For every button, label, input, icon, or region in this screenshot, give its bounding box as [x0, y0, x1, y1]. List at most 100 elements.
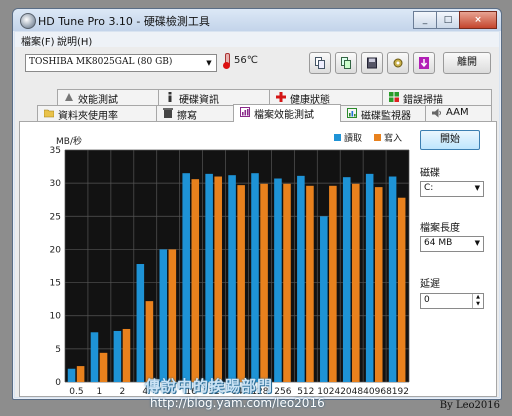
y-tick-label: 35 — [50, 146, 61, 156]
bar-write — [397, 197, 406, 382]
y-tick-label: 20 — [50, 245, 62, 255]
download-icon — [419, 57, 429, 69]
tab-disk-monitor[interactable]: 磁碟監視器 — [340, 105, 426, 122]
erase-icon — [163, 108, 173, 118]
info-icon — [168, 92, 172, 102]
bar-write — [99, 352, 108, 382]
drive-select[interactable]: TOSHIBA MK8025GAL (80 GB) ▼ — [25, 54, 217, 72]
x-tick-label: 8192 — [386, 387, 409, 396]
disk-select[interactable]: C: ▼ — [420, 181, 484, 197]
delay-spinner[interactable]: 0 ▲ ▼ — [420, 293, 484, 309]
benchmark-icon — [65, 93, 73, 101]
thermometer-icon — [223, 53, 230, 69]
bar-write — [352, 183, 360, 382]
tab-erase[interactable]: 擦寫 — [156, 105, 234, 122]
title-bar[interactable]: HD Tune Pro 3.10 - 硬碟檢測工具 _ □ × — [13, 9, 501, 31]
options-icon — [393, 58, 403, 68]
bar-write — [260, 183, 268, 382]
chevron-down-icon: ▼ — [206, 59, 212, 67]
y-tick-label: 0 — [55, 378, 61, 388]
tab-file-benchmark[interactable]: 檔案效能測試 — [233, 104, 341, 122]
options-button[interactable] — [387, 52, 409, 74]
tab-info-label: 硬碟資訊 — [179, 95, 219, 106]
exit-button[interactable]: 離開 — [443, 52, 491, 74]
close-button[interactable]: × — [459, 11, 497, 29]
menu-file[interactable]: 檔案(F) — [21, 33, 55, 48]
x-tick-label: 1 — [97, 387, 103, 396]
bar-read — [388, 176, 397, 382]
y-tick-label: 25 — [50, 212, 61, 222]
spin-buttons[interactable]: ▲ ▼ — [472, 294, 483, 308]
file-length-select[interactable]: 64 MB ▼ — [420, 236, 484, 252]
file-benchmark-icon — [240, 107, 250, 117]
tab-info[interactable]: 硬碟資訊 — [158, 89, 270, 106]
bar-read — [182, 173, 190, 382]
bar-read — [113, 330, 122, 382]
maximize-button[interactable]: □ — [436, 11, 460, 29]
watermark-url: http://blog.yam.com/leo2016 — [150, 396, 325, 410]
bar-write — [214, 176, 222, 382]
y-tick-label: 30 — [50, 179, 62, 189]
x-tick-label: 2 — [119, 387, 125, 396]
tab-disk-monitor-label: 磁碟監視器 — [361, 111, 411, 122]
bar-write — [283, 183, 291, 382]
legend-swatch-write — [374, 134, 381, 141]
bar-write — [76, 366, 85, 382]
bar-read — [320, 216, 328, 382]
byline: By Leo2016 — [439, 400, 500, 411]
monitor-icon — [347, 108, 357, 118]
disk-label: 磁碟 — [420, 168, 440, 179]
legend-label-read: 讀取 — [344, 132, 362, 144]
x-tick-label: 512 — [297, 387, 314, 396]
save-button[interactable] — [361, 52, 383, 74]
tab-erase-label: 擦寫 — [177, 111, 197, 122]
x-tick-label: 4096 — [363, 387, 386, 396]
copy-text-icon — [315, 57, 325, 69]
tab-file-benchmark-label: 檔案效能測試 — [254, 110, 314, 121]
menu-help[interactable]: 說明(H) — [57, 33, 92, 48]
bar-read — [365, 173, 374, 382]
bar-write — [306, 185, 314, 382]
file-length-label: 檔案長度 — [420, 223, 460, 234]
y-axis-label: MB/秒 — [56, 135, 82, 147]
bar-read — [228, 175, 236, 382]
file-benchmark-panel: 0 5 10 15 20 25 30 35 MB/秒 0.5 1 2 4 8 16 32 64 128 256 512… — [19, 121, 497, 397]
health-icon — [276, 92, 286, 102]
copy-text-button[interactable] — [309, 52, 331, 74]
y-tick-label: 5 — [55, 345, 61, 355]
temperature-readout: 56℃ — [234, 55, 258, 66]
legend-swatch-read — [334, 134, 341, 141]
window-title: HD Tune Pro 3.10 - 硬碟檢測工具 — [38, 15, 210, 28]
bar-write — [122, 328, 131, 382]
bar-read — [67, 368, 76, 382]
error-scan-icon — [389, 92, 399, 102]
bar-read — [136, 264, 145, 382]
legend-label-write: 寫入 — [384, 132, 402, 144]
start-button[interactable]: 開始 — [420, 130, 480, 150]
tab-error-scan[interactable]: 錯誤掃描 — [382, 89, 492, 106]
chevron-down-icon: ▼ — [474, 239, 480, 247]
disk-select-value: C: — [424, 183, 434, 193]
menu-bar: 檔案(F) 說明(H) — [15, 32, 499, 48]
tab-benchmark[interactable]: 效能測試 — [57, 89, 159, 106]
speaker-icon — [432, 108, 441, 118]
bar-write — [329, 185, 337, 382]
app-window: HD Tune Pro 3.10 - 硬碟檢測工具 _ □ × 檔案(F) 說明… — [12, 8, 502, 400]
download-button[interactable] — [413, 52, 435, 74]
save-icon — [367, 57, 377, 69]
delay-value: 0 — [424, 295, 430, 305]
tab-error-scan-label: 錯誤掃描 — [403, 95, 443, 106]
copy-screen-button[interactable] — [335, 52, 357, 74]
bar-write — [145, 301, 154, 382]
main-content: TOSHIBA MK8025GAL (80 GB) ▼ 56℃ 離開 效能測試 … — [15, 47, 499, 397]
tab-aam[interactable]: AAM — [425, 105, 492, 121]
bar-write — [168, 249, 177, 382]
copy-screen-icon — [341, 57, 351, 69]
drive-select-value: TOSHIBA MK8025GAL (80 GB) — [29, 57, 173, 67]
bar-read — [297, 175, 305, 382]
tab-folder-usage[interactable]: 資料夾使用率 — [37, 105, 157, 122]
tab-folder-usage-label: 資料夾使用率 — [58, 111, 118, 122]
tab-health[interactable]: 健康狀態 — [269, 89, 383, 106]
minimize-button[interactable]: _ — [413, 11, 437, 29]
folder-icon — [44, 109, 54, 118]
